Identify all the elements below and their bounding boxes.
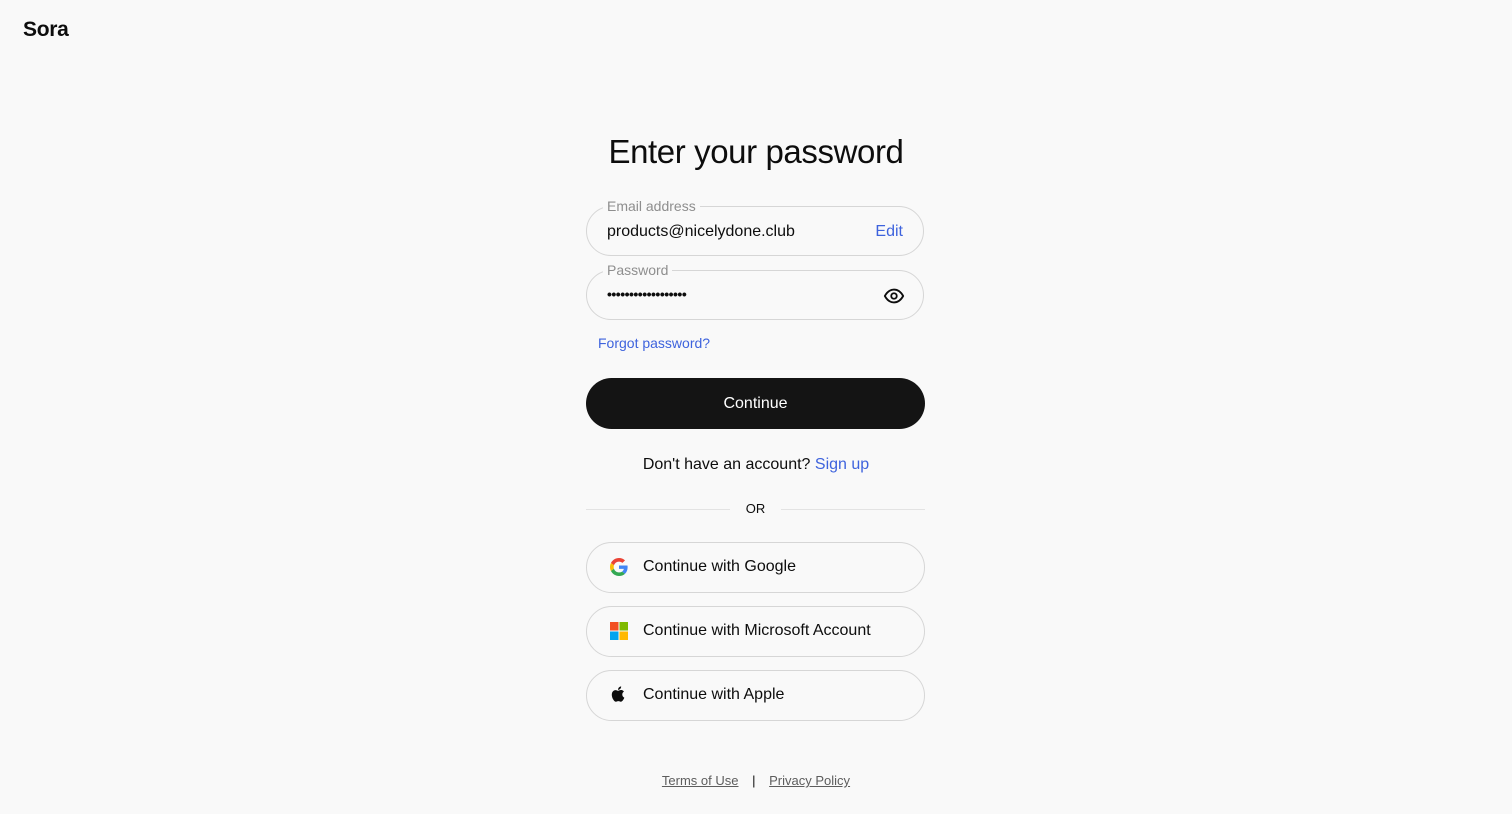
email-value: products@nicelydone.club: [607, 223, 795, 240]
no-account-text: Don't have an account?: [642, 456, 811, 473]
google-icon: [610, 558, 628, 576]
sign-up-link[interactable]: Sign up: [815, 456, 869, 473]
continue-button[interactable]: Continue: [586, 378, 925, 429]
privacy-policy-link[interactable]: Privacy Policy: [769, 773, 850, 788]
continue-button-label: Continue: [723, 394, 788, 412]
continue-with-microsoft-button[interactable]: Continue with Microsoft Account: [586, 606, 925, 657]
apple-button-label: Continue with Apple: [643, 686, 785, 703]
eye-icon[interactable]: [883, 285, 905, 307]
page-title: Enter your password: [608, 133, 904, 170]
signup-prompt: Don't have an account? Sign up: [0, 456, 1512, 474]
sora-logo[interactable]: Sora: [23, 18, 69, 42]
email-field-label: Email address: [603, 198, 700, 214]
microsoft-icon: [610, 622, 628, 640]
password-field[interactable]: Password ••••••••••••••••••: [586, 262, 924, 320]
or-divider: OR: [586, 500, 925, 520]
password-field-label: Password: [603, 262, 673, 278]
microsoft-button-label: Continue with Microsoft Account: [643, 622, 871, 639]
google-button-label: Continue with Google: [643, 558, 796, 575]
continue-with-apple-button[interactable]: Continue with Apple: [586, 670, 925, 721]
apple-icon: [610, 684, 628, 702]
email-field[interactable]: Email address products@nicelydone.club E…: [586, 198, 924, 256]
footer-separator: |: [752, 773, 756, 788]
continue-with-google-button[interactable]: Continue with Google: [586, 542, 925, 593]
password-value[interactable]: ••••••••••••••••••: [607, 284, 687, 304]
terms-of-use-link[interactable]: Terms of Use: [662, 773, 739, 788]
forgot-password-link[interactable]: Forgot password?: [598, 335, 710, 351]
divider-line-right: [781, 509, 925, 510]
footer: Terms of Use | Privacy Policy: [0, 773, 1512, 788]
edit-email-button[interactable]: Edit: [875, 222, 903, 242]
